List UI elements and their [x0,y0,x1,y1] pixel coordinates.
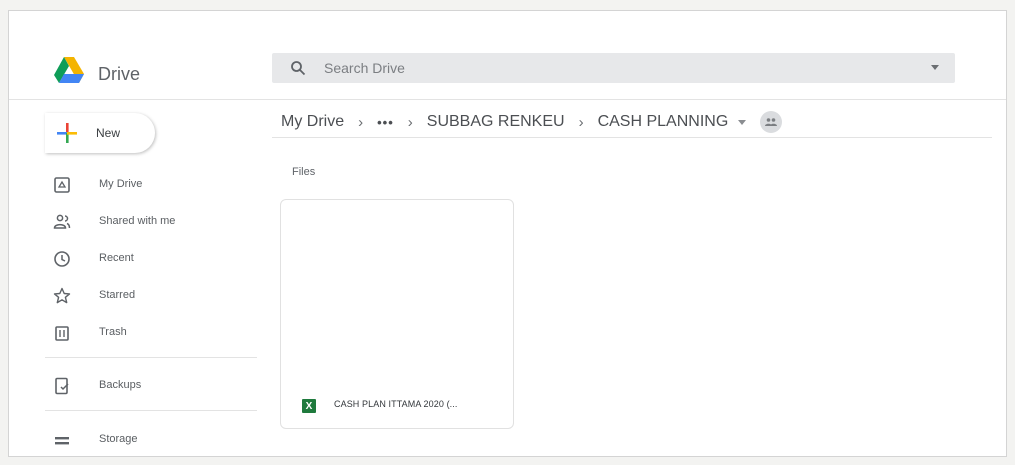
file-name[interactable]: CASH PLAN ITTAMA 2020 (... [334,399,457,409]
sidebar-item-recent[interactable]: Recent [45,244,255,274]
sidebar-item-label: My Drive [99,178,143,190]
sidebar-divider [45,357,257,358]
sidebar-item-label: Shared with me [99,215,176,227]
new-button-label: New [96,126,121,140]
file-thumbnail[interactable] [281,200,513,378]
sidebar-item-starred[interactable]: Starred [45,281,255,311]
trash-icon [55,326,69,341]
plus-icon [57,123,77,143]
sidebar-item-my-drive[interactable]: My Drive [45,170,255,200]
search-icon[interactable] [290,60,306,76]
breadcrumb-more-button[interactable]: ••• [377,115,394,130]
sidebar-item-label: Recent [99,252,134,264]
shared-folder-icon[interactable] [760,111,783,133]
breadcrumb: My Drive › ••• › SUBBAG RENKEU › CASH PL… [281,109,783,135]
sidebar-item-shared-with-me[interactable]: Shared with me [45,207,255,237]
my-drive-icon [54,177,70,193]
drive-logo-icon[interactable] [53,56,85,84]
sidebar-divider [45,410,257,411]
sidebar-item-label: Starred [99,289,136,301]
header-divider [9,99,1006,100]
sidebar-item-trash[interactable]: Trash [45,318,255,348]
chevron-right-icon: › [358,113,364,131]
shared-people-icon [53,214,71,229]
sidebar-item-label: Trash [99,326,127,338]
breadcrumb-current-folder[interactable]: CASH PLANNING [598,113,729,131]
storage-icon [55,437,69,445]
chevron-right-icon: › [407,113,413,131]
folder-menu-chevron-down-icon[interactable] [738,119,747,125]
sidebar-item-storage[interactable]: Storage [45,425,255,455]
breadcrumb-divider [272,137,992,138]
sidebar-item-label: Backups [99,379,142,391]
search-input[interactable]: Search Drive [324,60,405,76]
file-card[interactable]: X CASH PLAN ITTAMA 2020 (... [280,199,514,429]
sidebar-item-backups[interactable]: Backups [45,371,255,401]
chevron-right-icon: › [578,113,584,131]
excel-file-icon: X [302,399,316,413]
star-icon [53,287,71,304]
new-button[interactable]: New [45,113,155,153]
breadcrumb-my-drive[interactable]: My Drive [281,113,344,131]
backup-device-icon [55,377,69,395]
search-bar[interactable]: Search Drive [272,53,955,83]
app-name[interactable]: Drive [98,64,140,85]
sidebar-item-label: Storage [99,433,138,445]
search-options-chevron-down-icon[interactable] [931,65,939,70]
drive-window: Drive Search Drive New My Drive Shared w… [8,10,1007,457]
files-section-label: Files [292,166,316,178]
breadcrumb-subbag-renkeu[interactable]: SUBBAG RENKEU [427,113,565,131]
clock-icon [54,251,70,267]
